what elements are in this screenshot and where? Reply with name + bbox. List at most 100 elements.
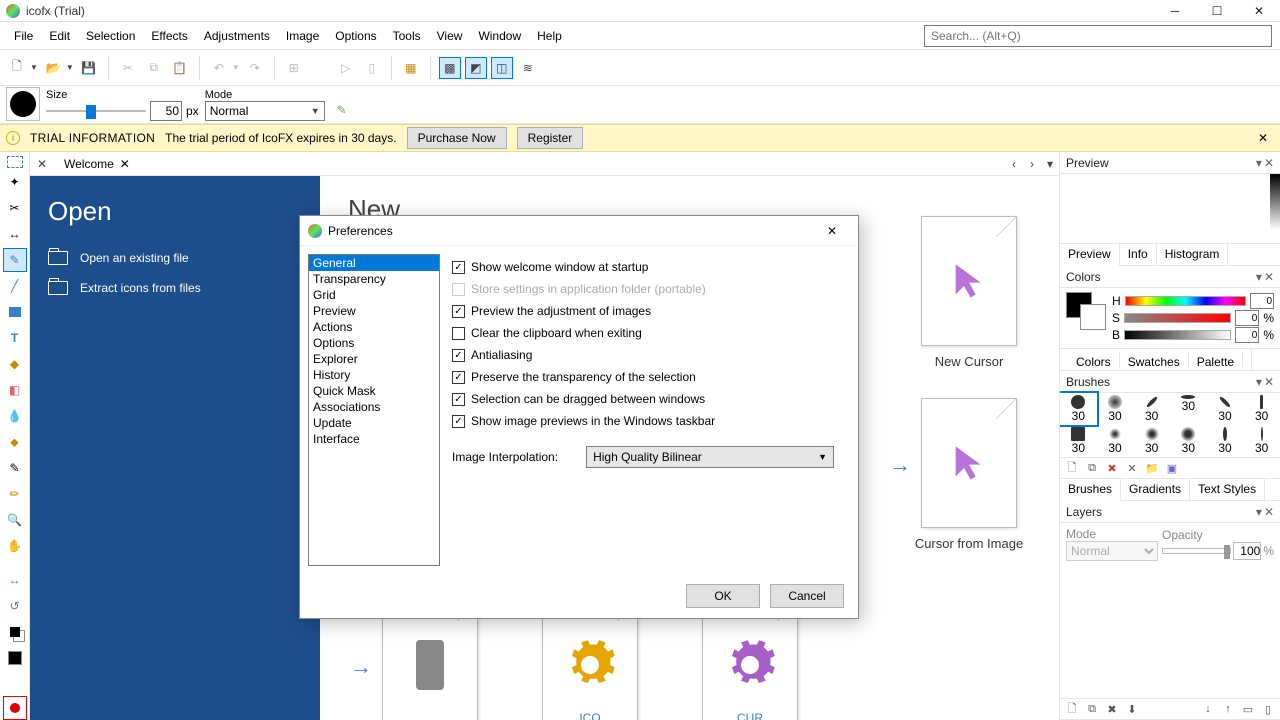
- tab-close-icon[interactable]: ✕: [120, 157, 130, 171]
- drag-between-checkbox[interactable]: ✓Selection can be dragged between window…: [452, 388, 848, 410]
- layer-dup-icon[interactable]: ⧉: [1084, 701, 1100, 717]
- undo-dropdown[interactable]: ▼: [232, 63, 240, 72]
- brush-preset[interactable]: 30: [1060, 425, 1097, 457]
- trialbar-close-button[interactable]: ✕: [1252, 131, 1274, 145]
- brush-preset[interactable]: 30: [1060, 393, 1097, 425]
- maximize-button[interactable]: ☐: [1196, 0, 1238, 22]
- taskbar-previews-checkbox[interactable]: ✓Show image previews in the Windows task…: [452, 410, 848, 432]
- layer-new-icon[interactable]: 🗋: [1064, 701, 1080, 717]
- tab-welcome[interactable]: Welcome✕: [54, 154, 140, 174]
- open-existing-link[interactable]: Open an existing file: [48, 243, 302, 273]
- preserve-transparency-checkbox[interactable]: ✓Preserve the transparency of the select…: [452, 366, 848, 388]
- grid-toggle[interactable]: ▩: [439, 57, 461, 79]
- pref-cat-general[interactable]: General: [309, 255, 439, 271]
- panel-close-left[interactable]: ✕: [30, 157, 54, 171]
- bri-input[interactable]: [1235, 327, 1259, 343]
- windows-icon-button[interactable]: ⊞: [283, 57, 305, 79]
- colors-tab[interactable]: Colors: [1068, 352, 1120, 368]
- preview-adjust-checkbox[interactable]: ✓Preview the adjustment of images: [452, 300, 848, 322]
- brush-preset[interactable]: 30: [1170, 425, 1207, 457]
- gradients-tab[interactable]: Gradients: [1121, 479, 1190, 500]
- brush-preset[interactable]: 30: [1243, 425, 1280, 457]
- brush-x-icon[interactable]: ✕: [1124, 460, 1140, 476]
- pref-cat-preview[interactable]: Preview: [309, 303, 439, 319]
- brushes-tab[interactable]: Brushes: [1060, 479, 1121, 501]
- menu-image[interactable]: Image: [278, 25, 327, 47]
- layer-up-icon[interactable]: ↑: [1220, 701, 1236, 717]
- antialias-checkbox[interactable]: ✓Antialiasing: [452, 344, 848, 366]
- menu-edit[interactable]: Edit: [41, 25, 78, 47]
- brush-folder-icon[interactable]: 📁: [1144, 460, 1160, 476]
- close-button[interactable]: ✕: [1238, 0, 1280, 22]
- textstyles-tab[interactable]: Text Styles: [1190, 479, 1265, 500]
- new-file-dropdown[interactable]: ▼: [30, 63, 38, 72]
- tab-prev[interactable]: ‹: [1005, 157, 1023, 171]
- brush-preset[interactable]: 30: [1097, 393, 1134, 425]
- brush-preview[interactable]: [6, 87, 40, 121]
- layer-flat-icon[interactable]: ▭: [1240, 701, 1256, 717]
- pref-cat-explorer[interactable]: Explorer: [309, 351, 439, 367]
- tool-line[interactable]: ╱: [3, 274, 27, 298]
- panel-collapse-icon[interactable]: ▾: [1256, 156, 1262, 170]
- layer-down-icon[interactable]: ↓: [1200, 701, 1216, 717]
- register-button[interactable]: Register: [517, 127, 584, 149]
- menu-file[interactable]: File: [6, 25, 41, 47]
- extract-icons-link[interactable]: Extract icons from files: [48, 273, 302, 303]
- brush-preset[interactable]: 30: [1133, 425, 1170, 457]
- palette-tab[interactable]: Palette: [1189, 352, 1243, 367]
- size-slider[interactable]: [46, 102, 146, 120]
- pref-cat-interface[interactable]: Interface: [309, 431, 439, 447]
- info-tab[interactable]: Info: [1120, 244, 1157, 265]
- tool-brush[interactable]: ✎: [3, 248, 27, 272]
- tool-colorswatch[interactable]: [3, 620, 27, 644]
- tab-next[interactable]: ›: [1023, 157, 1041, 171]
- panel-close-icon[interactable]: ✕: [1264, 156, 1274, 170]
- layer-lock-icon[interactable]: ▯: [1260, 701, 1276, 717]
- open-file-button[interactable]: 📂: [42, 57, 64, 79]
- tool-zoom[interactable]: 🔍: [3, 508, 27, 532]
- tool-text[interactable]: T: [3, 326, 27, 350]
- new-cursor-card[interactable]: New Cursor: [919, 216, 1019, 369]
- device-type-button[interactable]: ▯: [361, 57, 383, 79]
- pref-cat-associations[interactable]: Associations: [309, 399, 439, 415]
- clear-clipboard-checkbox[interactable]: Clear the clipboard when exiting: [452, 322, 848, 344]
- menu-view[interactable]: View: [429, 25, 471, 47]
- tool-pencil[interactable]: ✏: [3, 482, 27, 506]
- brush-preset[interactable]: 30: [1170, 393, 1207, 425]
- brush-preset[interactable]: 30: [1243, 393, 1280, 425]
- selection-toggle[interactable]: ◫: [491, 57, 513, 79]
- save-button[interactable]: 💾: [78, 57, 100, 79]
- pref-cat-actions[interactable]: Actions: [309, 319, 439, 335]
- hue-slider[interactable]: [1125, 296, 1246, 306]
- tool-sharpen[interactable]: ⬥: [3, 430, 27, 454]
- pref-cat-update[interactable]: Update: [309, 415, 439, 431]
- tool-eyedropper[interactable]: ✎: [3, 456, 27, 480]
- redo-button[interactable]: ↷: [244, 57, 266, 79]
- brush-preset[interactable]: 30: [1097, 425, 1134, 457]
- tool-record[interactable]: [3, 696, 27, 720]
- transparency-toggle[interactable]: ◩: [465, 57, 487, 79]
- layer-merge-icon[interactable]: ⬇: [1124, 701, 1140, 717]
- preview-zoom-bar[interactable]: [1270, 174, 1280, 230]
- tool-rotate[interactable]: ↺: [3, 594, 27, 618]
- brush-dup-icon[interactable]: ⧉: [1084, 460, 1100, 476]
- copy-button[interactable]: ⧉: [143, 57, 165, 79]
- menu-effects[interactable]: Effects: [143, 25, 195, 47]
- paste-button[interactable]: 📋: [169, 57, 191, 79]
- menu-window[interactable]: Window: [470, 25, 529, 47]
- ok-button[interactable]: OK: [686, 584, 760, 608]
- pref-cat-grid[interactable]: Grid: [309, 287, 439, 303]
- open-file-dropdown[interactable]: ▼: [66, 63, 74, 72]
- purchase-now-button[interactable]: Purchase Now: [407, 127, 507, 149]
- tool-bucket[interactable]: ◆: [3, 352, 27, 376]
- brush-wand-icon[interactable]: ✎: [331, 99, 353, 121]
- sat-slider[interactable]: [1124, 313, 1231, 323]
- tool-move[interactable]: ↔: [3, 222, 27, 246]
- layer-mode-select[interactable]: Normal: [1066, 541, 1158, 561]
- cancel-button[interactable]: Cancel: [770, 584, 844, 608]
- opacity-slider[interactable]: [1162, 548, 1231, 554]
- pref-cat-quickmask[interactable]: Quick Mask: [309, 383, 439, 399]
- brush-del-icon[interactable]: ✖: [1104, 460, 1120, 476]
- swatches-tab[interactable]: Swatches: [1120, 352, 1189, 367]
- tool-marquee[interactable]: [7, 156, 23, 168]
